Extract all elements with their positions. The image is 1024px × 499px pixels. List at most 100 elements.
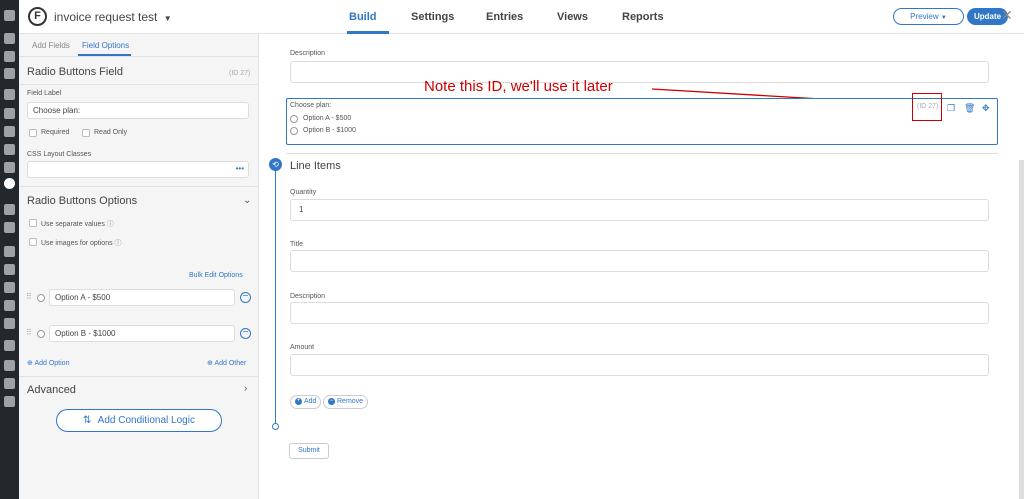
options-title: Radio Buttons Options — [27, 195, 138, 207]
preview-label: Preview — [910, 12, 939, 21]
option-input[interactable]: Option B - $1000 — [49, 325, 235, 342]
section-line — [275, 162, 276, 424]
radio-option-a[interactable] — [290, 115, 298, 123]
tab-build[interactable]: Build — [349, 11, 377, 23]
tab-entries[interactable]: Entries — [486, 11, 523, 23]
plus-circle-icon: ⊕ — [27, 360, 33, 367]
radio-option-a[interactable] — [37, 294, 45, 302]
add-other-link[interactable]: ⊕ Add Other — [207, 359, 246, 367]
remove-row-button[interactable]: − Remove — [323, 395, 369, 409]
title-input[interactable] — [290, 250, 989, 272]
images-checkbox[interactable] — [29, 238, 37, 246]
add-row-button[interactable]: + Add — [290, 395, 322, 409]
field-label: Choose plan: — [290, 102, 332, 109]
line-description-input[interactable] — [290, 302, 989, 324]
form-canvas: Description Note this ID, we'll use it l… — [260, 34, 1024, 499]
users-icon[interactable] — [4, 282, 15, 293]
field-options-sidebar: Add Fields Field Options Radio Buttons F… — [19, 34, 259, 499]
feedback-icon[interactable] — [4, 108, 15, 119]
add-conditional-logic-button[interactable]: ⇅ Add Conditional Logic — [56, 409, 222, 432]
quantity-input[interactable]: 1 — [290, 199, 989, 221]
tools-icon[interactable] — [4, 300, 15, 311]
field-id: (ID 27) — [229, 70, 251, 77]
minus-icon: − — [328, 397, 335, 405]
info-icon[interactable]: ⓘ — [115, 240, 122, 247]
remove-option-icon[interactable]: − — [240, 292, 251, 303]
field-label-title: Field Label — [27, 90, 62, 97]
tab-field-options[interactable]: Field Options — [82, 41, 129, 50]
woo-icon[interactable] — [4, 204, 15, 215]
formidable-icon[interactable] — [4, 178, 15, 189]
tab-settings[interactable]: Settings — [411, 11, 454, 23]
branch-icon: ⇅ — [83, 415, 92, 426]
add-row-label: Add — [304, 398, 317, 405]
plus-icon: + — [295, 397, 302, 405]
read-only-label: Read Only — [94, 129, 128, 136]
add-option-label: Add Option — [34, 360, 70, 367]
dashboard-icon[interactable] — [4, 10, 15, 21]
annotation-highlight-box — [912, 93, 942, 121]
add-other-label: Add Other — [214, 360, 247, 367]
drag-handle-icon[interactable]: ⠿ — [26, 328, 32, 337]
divider — [19, 376, 259, 377]
read-only-checkbox[interactable] — [82, 129, 90, 137]
close-icon[interactable]: ✕ — [1001, 7, 1013, 24]
form-name-dropdown[interactable]: invoice request test ▼ — [54, 10, 172, 24]
form-name: invoice request test — [54, 10, 158, 24]
tab-reports[interactable]: Reports — [622, 11, 664, 23]
settings-icon[interactable] — [4, 318, 15, 329]
field-label-input[interactable]: Choose plan: — [27, 102, 249, 119]
divider — [19, 84, 259, 85]
chart-icon[interactable] — [4, 144, 15, 155]
collapse-icon[interactable] — [4, 396, 15, 407]
more-options-icon[interactable]: ••• — [236, 164, 244, 173]
preview-button[interactable]: Preview ▼ — [893, 8, 964, 25]
analytics-icon[interactable] — [4, 378, 15, 389]
chevron-down-icon[interactable]: ⌄ — [243, 195, 251, 206]
amount-input[interactable] — [290, 354, 989, 376]
separate-values-checkbox[interactable] — [29, 219, 37, 227]
drag-handle-icon[interactable]: ⠿ — [26, 292, 32, 301]
scrollbar[interactable] — [1019, 160, 1024, 499]
media-icon[interactable] — [4, 51, 15, 62]
option-label: Option B - $1000 — [303, 127, 356, 134]
caret-down-icon: ▼ — [163, 14, 172, 23]
top-bar: F invoice request test ▼ Build Settings … — [19, 0, 1024, 34]
info-icon[interactable]: ⓘ — [107, 221, 114, 228]
submit-button[interactable]: Submit — [289, 443, 329, 459]
add-option-link[interactable]: ⊕ Add Option — [27, 359, 69, 367]
duplicate-icon[interactable]: ❐ — [947, 103, 955, 114]
radio-option-b[interactable] — [290, 127, 298, 135]
pin-icon[interactable] — [4, 33, 15, 44]
required-label: Required — [41, 129, 70, 136]
appearance-icon[interactable] — [4, 246, 15, 257]
css-classes-input[interactable]: ••• — [27, 161, 249, 178]
conditional-logic-label: Add Conditional Logic — [97, 415, 195, 426]
tab-views[interactable]: Views — [557, 11, 588, 23]
plugins-icon[interactable] — [4, 264, 15, 275]
required-checkbox[interactable] — [29, 129, 37, 137]
move-icon[interactable]: ✥ — [982, 103, 990, 114]
images-text: Use images for options — [41, 240, 113, 247]
divider — [19, 56, 259, 57]
radio-option-b[interactable] — [37, 330, 45, 338]
tab-add-fields[interactable]: Add Fields — [32, 41, 70, 50]
title-label: Title — [290, 241, 303, 248]
option-input[interactable]: Option A - $500 — [49, 289, 235, 306]
plugin-icon[interactable] — [4, 126, 15, 137]
section-title: Line Items — [290, 160, 341, 172]
chart-icon-2[interactable] — [4, 162, 15, 173]
images-label: Use images for options ⓘ — [41, 238, 122, 248]
products-icon[interactable] — [4, 222, 15, 233]
section-repeater-icon: ⟲ — [269, 158, 282, 171]
bulk-edit-link[interactable]: Bulk Edit Options — [189, 272, 243, 279]
chevron-right-icon[interactable]: › — [244, 383, 247, 394]
remove-option-icon[interactable]: − — [240, 328, 251, 339]
comments-icon[interactable] — [4, 89, 15, 100]
rocket-icon[interactable] — [4, 340, 15, 351]
pages-icon[interactable] — [4, 68, 15, 79]
selected-radio-field[interactable]: Choose plan: Option A - $500 Option B - … — [286, 98, 998, 145]
trash-icon[interactable]: 🗑 — [964, 103, 975, 114]
advanced-title[interactable]: Advanced — [27, 384, 76, 396]
mail-icon[interactable] — [4, 360, 15, 371]
